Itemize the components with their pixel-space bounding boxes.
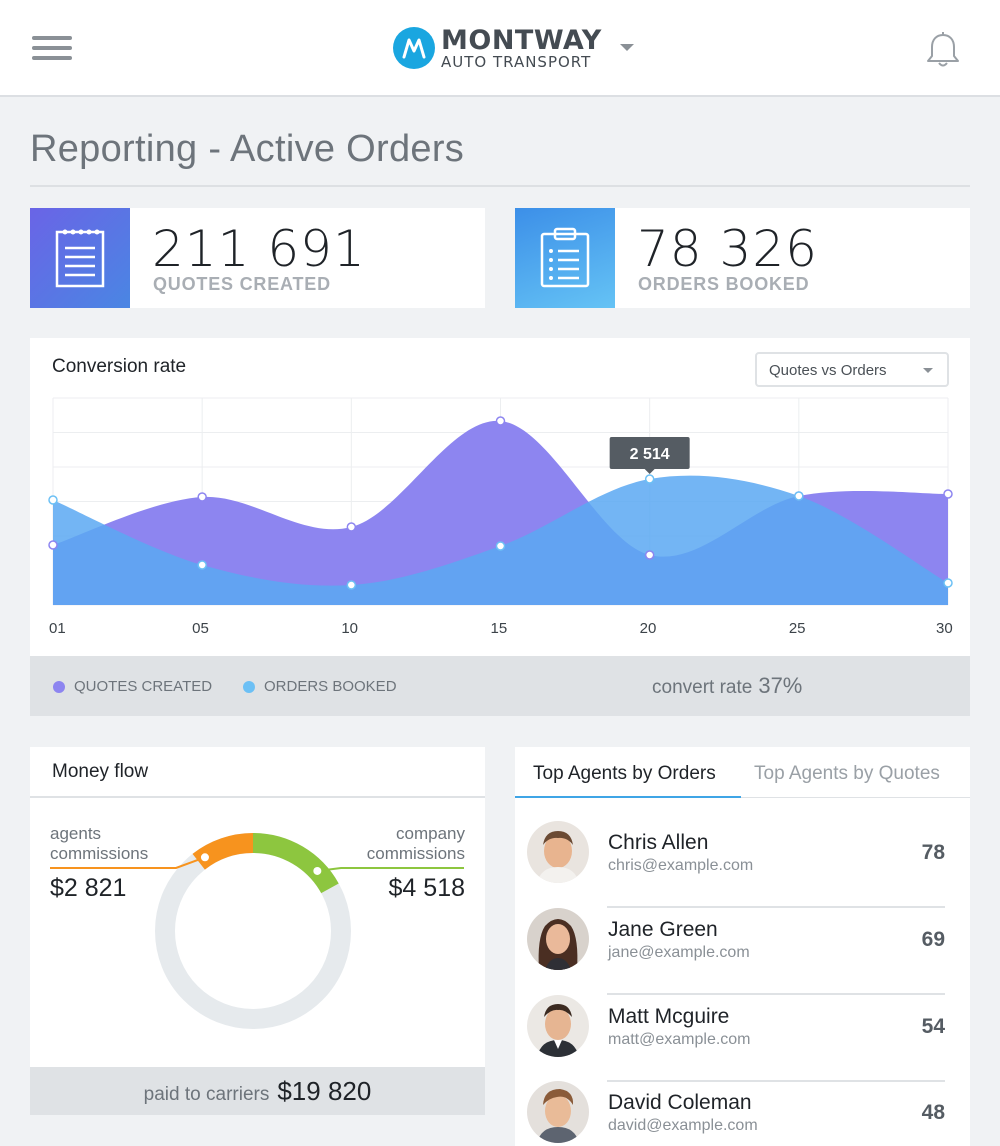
company-leader-line	[317, 867, 464, 872]
chart-series-select[interactable]: Quotes vs Orders	[755, 352, 949, 387]
top-agents-panel: Top Agents by Orders Top Agents by Quote…	[515, 747, 970, 1146]
orders-booked-value: 78 326	[637, 220, 818, 278]
agent-order-count: 48	[921, 1101, 945, 1124]
legend-label: ORDERS BOOKED	[264, 678, 397, 695]
convert-rate-value: 37%	[758, 673, 803, 698]
x-tick-label: 05	[192, 620, 209, 637]
logo[interactable]: MONTWAY AUTO TRANSPORT	[393, 26, 602, 70]
agent-email: jane@example.com	[608, 944, 750, 961]
tab-top-agents-by-orders[interactable]: Top Agents by Orders	[533, 763, 716, 785]
data-point	[794, 491, 804, 501]
agent-row[interactable]: Matt Mcguire matt@example.com 54	[527, 995, 945, 1082]
tooltip-value: 2 514	[630, 446, 670, 463]
legend-orders-booked[interactable]: ORDERS BOOKED	[243, 678, 397, 695]
data-point	[943, 578, 953, 588]
money-flow-panel: Money flow agents commissions $2 821 com…	[30, 747, 485, 1115]
data-point	[48, 495, 58, 505]
data-point	[197, 560, 207, 570]
agents-leader-line	[50, 856, 206, 869]
tab-divider	[741, 797, 970, 798]
title-divider	[30, 185, 970, 187]
agent-row[interactable]: Jane Green jane@example.com 69	[527, 908, 945, 995]
chart-title: Conversion rate	[52, 356, 187, 377]
agent-email: chris@example.com	[608, 857, 754, 874]
x-tick-label: 15	[491, 620, 508, 637]
page-title: Reporting - Active Orders	[30, 128, 465, 170]
x-tick-label: 25	[789, 620, 806, 637]
company-marker	[313, 866, 322, 875]
convert-rate: convert rate 37%	[652, 673, 802, 699]
legend-quotes-created[interactable]: QUOTES CREATED	[53, 678, 212, 695]
data-point	[943, 489, 953, 499]
data-point	[644, 550, 655, 560]
x-tick-label: 20	[640, 620, 657, 637]
avatar	[527, 995, 589, 1057]
agent-name: Matt Mcguire	[608, 1005, 730, 1028]
data-point	[346, 580, 357, 590]
x-tick-label: 10	[341, 620, 358, 637]
orders-booked-label: ORDERS BOOKED	[638, 274, 810, 294]
data-point	[495, 416, 506, 426]
agent-order-count: 54	[921, 1015, 945, 1038]
donut-company-segment	[252, 833, 339, 894]
agent-email: matt@example.com	[608, 1031, 751, 1048]
top-bar: MONTWAY AUTO TRANSPORT	[0, 0, 1000, 97]
tab-top-agents-by-quotes[interactable]: Top Agents by Quotes	[754, 763, 940, 785]
agent-name: David Coleman	[608, 1091, 752, 1114]
convert-rate-label: convert rate	[652, 677, 753, 698]
menu-icon[interactable]	[32, 36, 72, 62]
paid-to-carriers: paid to carriers $19 820	[30, 1067, 485, 1115]
notification-bell-icon[interactable]	[924, 32, 962, 68]
data-point	[48, 540, 58, 550]
data-point	[346, 522, 357, 532]
chevron-down-icon	[923, 368, 933, 373]
paid-to-carriers-label: paid to carriers	[143, 1084, 270, 1105]
chart-select-value: Quotes vs Orders	[769, 362, 887, 379]
tooltip-arrow	[644, 469, 655, 474]
chevron-down-icon[interactable]	[620, 44, 634, 51]
clipboard-icon	[515, 208, 615, 308]
avatar	[527, 908, 589, 970]
legend-label: QUOTES CREATED	[74, 678, 213, 695]
logo-title: MONTWAY	[441, 24, 602, 56]
active-tab-indicator	[515, 796, 741, 798]
legend-dot-icon	[53, 680, 65, 693]
agent-email: david@example.com	[608, 1117, 758, 1134]
paid-to-carriers-value: $19 820	[277, 1076, 372, 1106]
conversion-rate-panel: 01 05 10 15 20 25 30 2 514 Conversion rate Quot…	[30, 338, 970, 716]
agent-order-count: 78	[921, 841, 945, 864]
data-point	[197, 492, 207, 502]
x-tick-label: 01	[49, 620, 66, 637]
agent-name: Chris Allen	[608, 831, 709, 854]
quotes-created-label: QUOTES CREATED	[153, 274, 331, 294]
notepad-icon	[30, 208, 130, 308]
avatar	[527, 821, 589, 883]
orders-booked-card: 78 326 ORDERS BOOKED	[515, 208, 970, 308]
avatar	[527, 1081, 589, 1143]
logo-subtitle: AUTO TRANSPORT	[441, 52, 592, 71]
chart-legend: QUOTES CREATED ORDERS BOOKED convert rat…	[30, 656, 970, 716]
agent-row[interactable]: David Coleman david@example.com 48	[527, 1081, 945, 1146]
agents-marker	[200, 853, 209, 862]
data-point	[495, 541, 506, 551]
agent-row[interactable]: Chris Allen chris@example.com 78	[527, 821, 945, 908]
quotes-created-value: 211 691	[152, 220, 366, 278]
agent-name: Jane Green	[608, 918, 718, 941]
montway-logo-icon	[393, 27, 435, 69]
agent-order-count: 69	[921, 928, 945, 951]
x-tick-label: 30	[936, 620, 953, 637]
legend-dot-icon	[243, 680, 255, 693]
data-point	[644, 474, 655, 484]
quotes-created-card: 211 691 QUOTES CREATED	[30, 208, 485, 308]
money-flow-donut	[50, 833, 464, 1029]
